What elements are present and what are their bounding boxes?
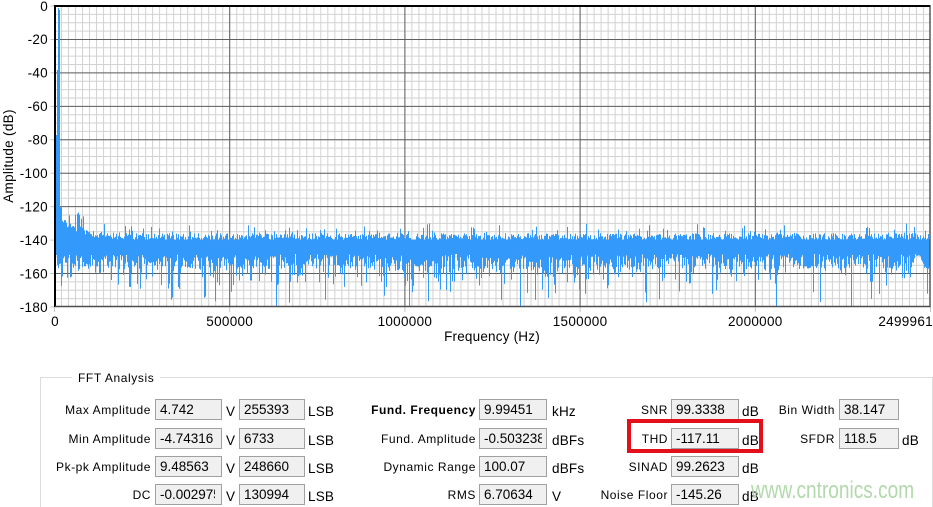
svg-text:1500000: 1500000	[553, 314, 608, 329]
svg-text:Frequency (Hz): Frequency (Hz)	[444, 329, 540, 344]
svg-text:-180: -180	[20, 300, 48, 315]
svg-text:-20: -20	[28, 32, 48, 47]
svg-text:0: 0	[51, 314, 59, 329]
svg-text:-40: -40	[28, 66, 48, 81]
svg-text:-160: -160	[20, 266, 48, 281]
svg-text:Amplitude (dB): Amplitude (dB)	[1, 109, 16, 203]
svg-text:1000000: 1000000	[378, 314, 433, 329]
svg-text:-140: -140	[20, 233, 48, 248]
svg-text:-120: -120	[20, 200, 48, 215]
svg-text:-100: -100	[20, 166, 48, 181]
svg-text:500000: 500000	[206, 314, 253, 329]
svg-text:-80: -80	[28, 133, 48, 148]
svg-text:0: 0	[40, 0, 48, 14]
svg-text:-60: -60	[28, 99, 48, 114]
svg-text:2499961: 2499961	[878, 314, 933, 329]
svg-text:2000000: 2000000	[728, 314, 783, 329]
